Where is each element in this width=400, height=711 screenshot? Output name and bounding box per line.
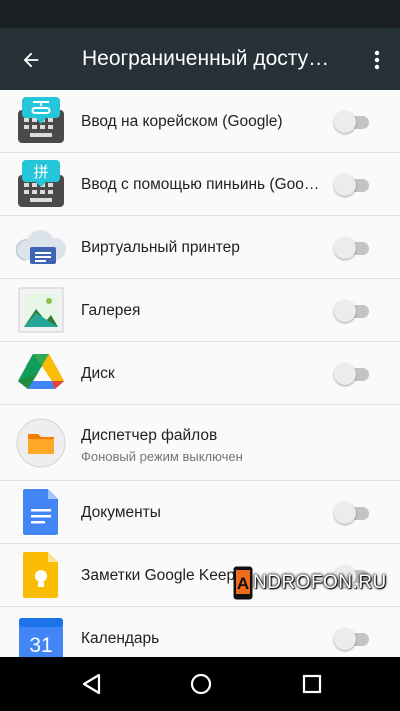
file-manager-icon <box>16 418 66 468</box>
app-row-file-manager[interactable]: Диспетчер файлов Фоновый режим выключен <box>0 405 400 481</box>
back-button[interactable] <box>14 43 48 77</box>
nav-recents-button[interactable] <box>298 670 326 698</box>
app-label: Ввод на корейском (Google) <box>81 113 283 130</box>
nav-back-icon <box>82 673 101 695</box>
more-options-button[interactable] <box>364 43 390 77</box>
status-bar <box>0 0 400 28</box>
app-row-calendar[interactable]: 31 Календарь <box>0 607 400 657</box>
app-label: Ввод с помощью пиньинь (Goo… <box>81 176 320 193</box>
background-access-toggle[interactable] <box>334 300 372 322</box>
background-access-toggle[interactable] <box>334 502 372 524</box>
background-access-toggle[interactable] <box>334 363 372 385</box>
nav-back-button[interactable] <box>77 670 105 698</box>
app-row-korean-input[interactable]: Ввод на корейском (Google) <box>0 90 400 153</box>
app-row-virtual-printer[interactable]: Виртуальный принтер <box>0 216 400 279</box>
androfon-logo-icon: A <box>233 566 253 600</box>
watermark: A NDROFON.RU <box>233 566 387 600</box>
more-vert-icon <box>374 50 380 70</box>
page-title: Неограниченный досту… <box>82 47 330 70</box>
app-label: Диспетчер файлов <box>81 427 218 444</box>
pinyin-glyph: 拼 <box>33 163 48 181</box>
app-status-text: Фоновый режим выключен <box>81 449 243 464</box>
google-calendar-icon: 31 <box>19 618 63 657</box>
background-access-toggle[interactable] <box>334 237 372 259</box>
navigation-bar <box>0 657 400 711</box>
app-label: Документы <box>81 504 161 521</box>
arrow-back-icon <box>23 52 39 68</box>
app-bar: Неограниченный досту… <box>0 28 400 90</box>
background-access-toggle[interactable] <box>334 174 372 196</box>
app-label: Диск <box>81 365 115 382</box>
korean-keyboard-icon <box>18 97 64 143</box>
background-access-toggle[interactable] <box>334 111 372 133</box>
background-access-toggle[interactable] <box>334 628 372 650</box>
app-label: Календарь <box>81 630 160 647</box>
app-row-drive[interactable]: Диск <box>0 342 400 405</box>
nav-home-icon <box>190 673 212 695</box>
google-drive-icon <box>18 354 64 389</box>
app-label: Виртуальный принтер <box>81 239 240 256</box>
nav-home-button[interactable] <box>187 670 215 698</box>
app-row-pinyin-input[interactable]: 拼 Ввод с помощью пиньинь (Goo… <box>0 153 400 216</box>
google-keep-icon <box>23 552 58 598</box>
app-row-gallery[interactable]: Галерея <box>0 279 400 342</box>
cloud-printer-icon <box>16 230 66 264</box>
app-label: Галерея <box>81 302 141 319</box>
watermark-text: NDROFON.RU <box>253 572 387 593</box>
pinyin-keyboard-icon: 拼 <box>18 160 64 207</box>
app-row-docs[interactable]: Документы <box>0 481 400 544</box>
watermark-logo-letter: A <box>237 574 249 593</box>
calendar-day-number: 31 <box>29 634 52 657</box>
google-docs-icon <box>23 489 58 535</box>
nav-recents-icon <box>302 674 322 694</box>
gallery-icon <box>18 287 64 333</box>
